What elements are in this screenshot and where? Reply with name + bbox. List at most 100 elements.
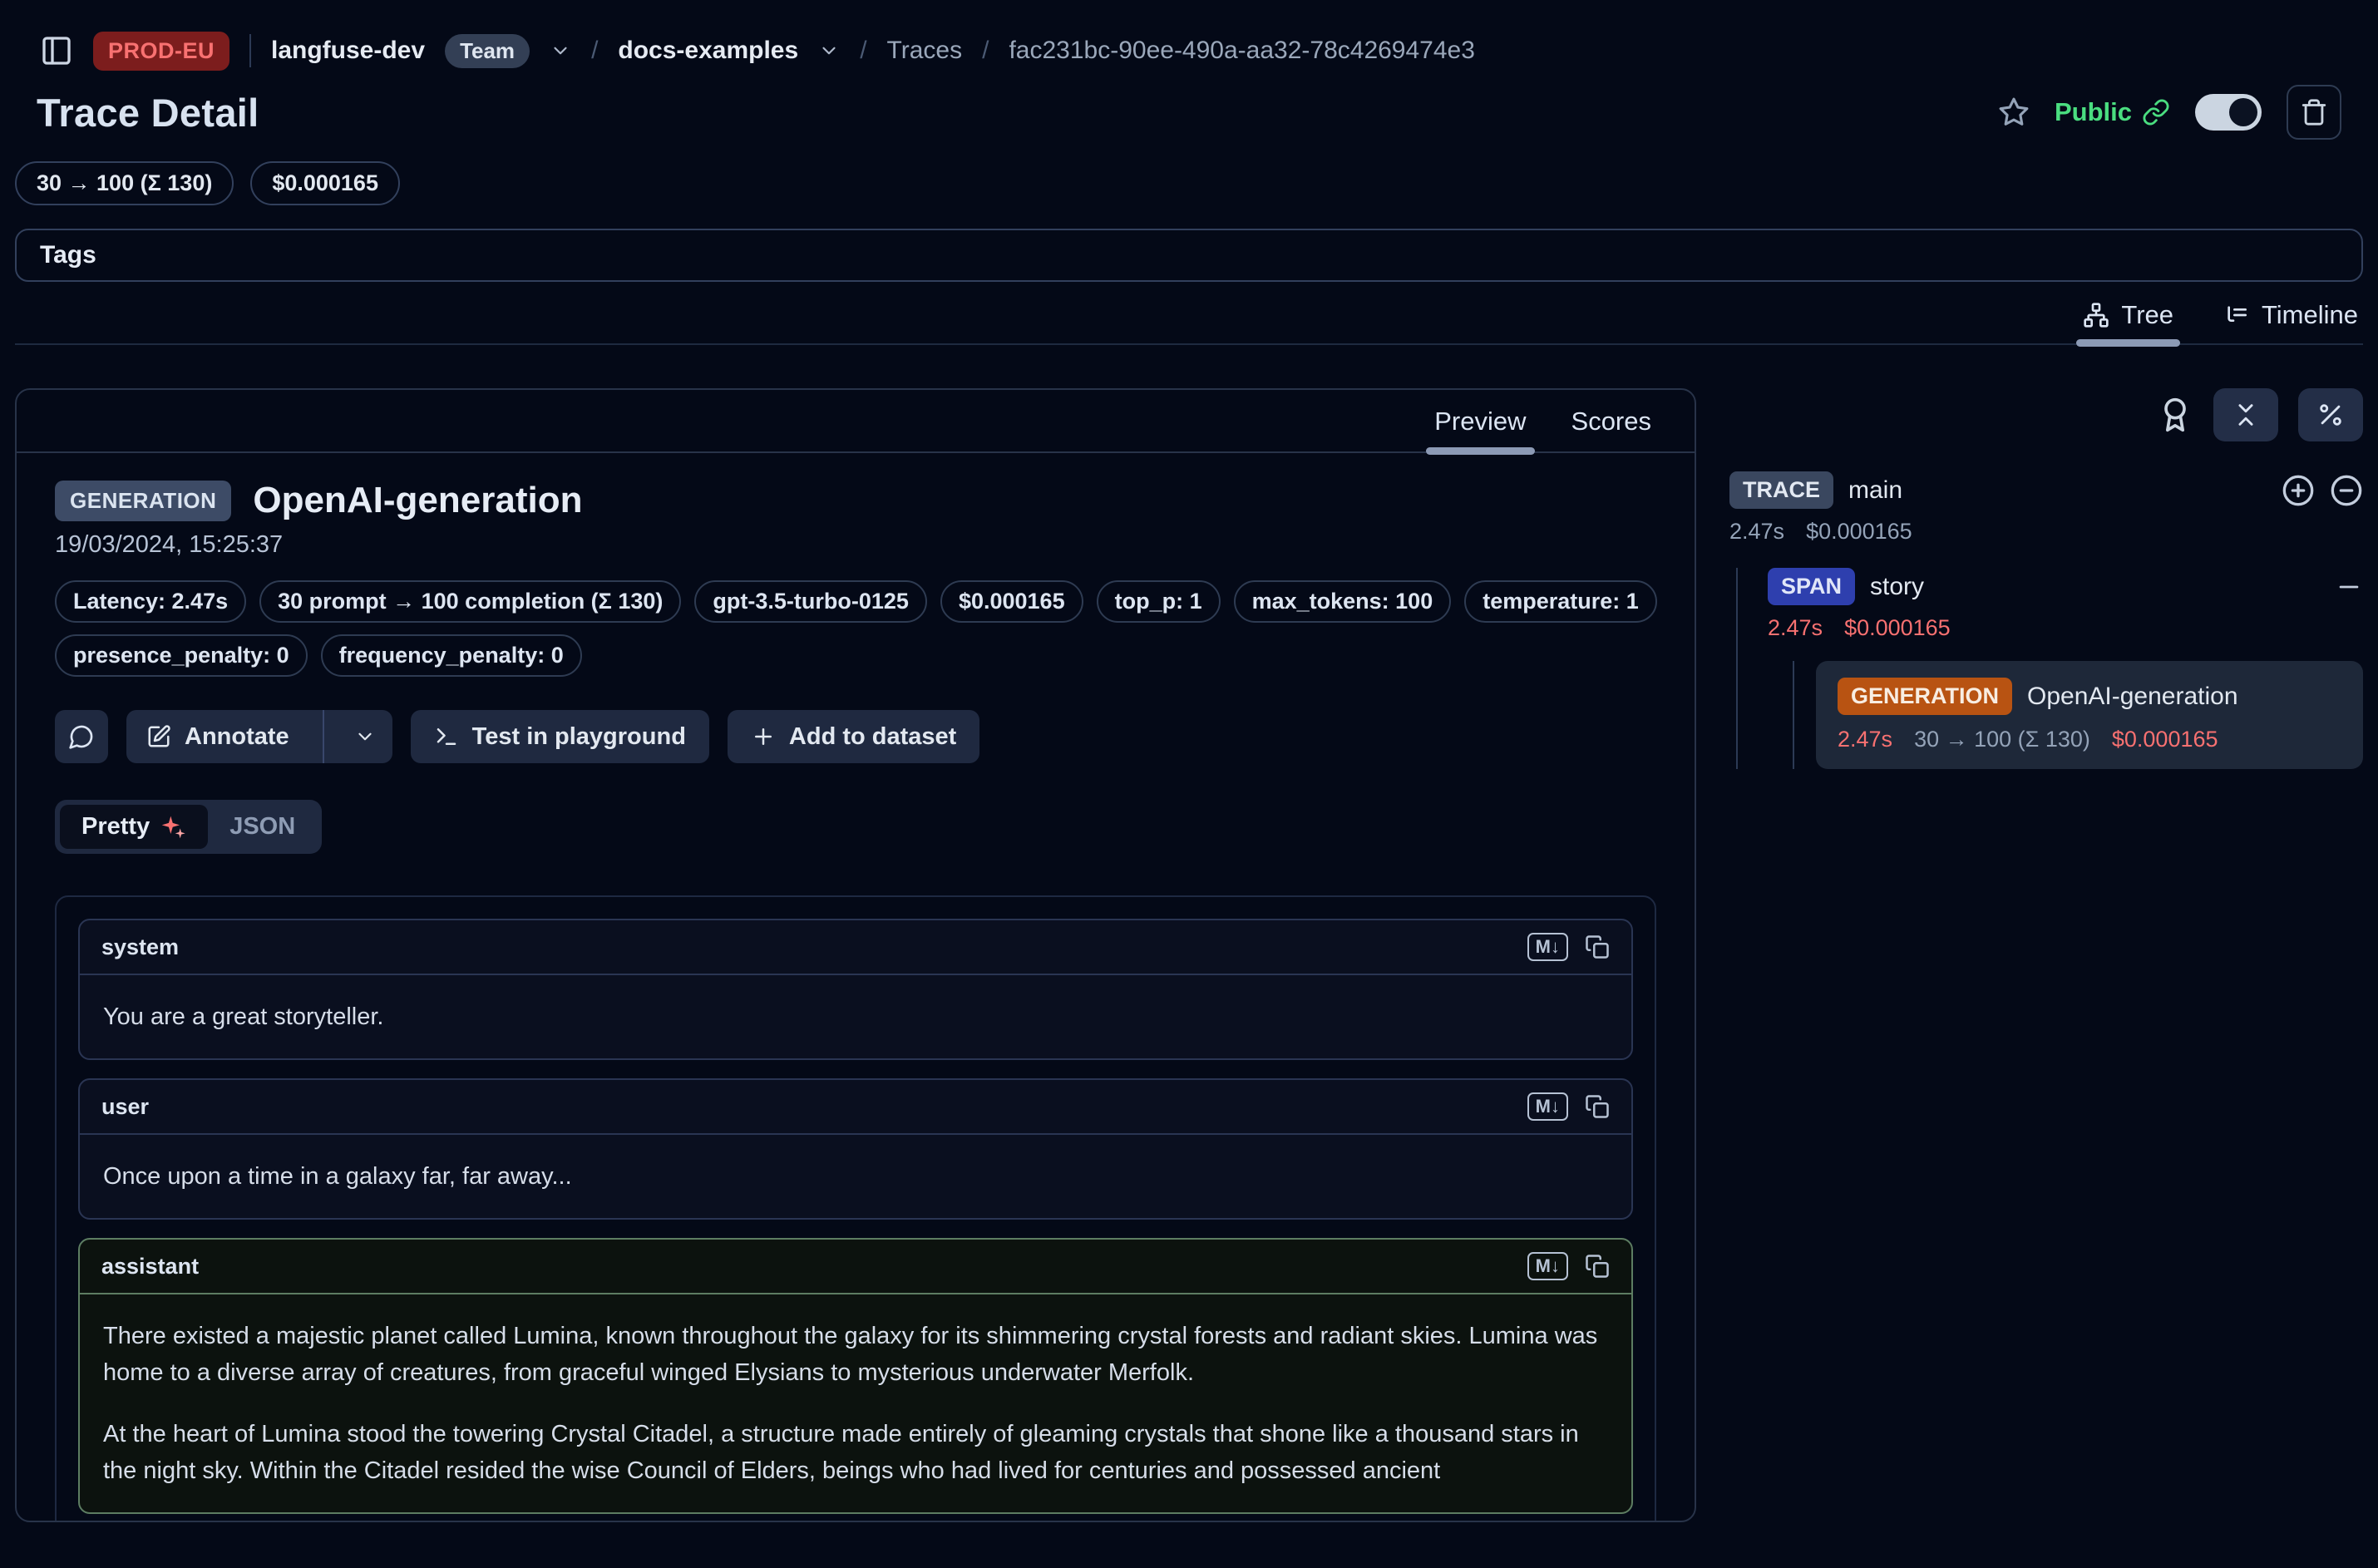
- copy-icon[interactable]: [1585, 1254, 1610, 1279]
- message-content: There existed a majestic planet called L…: [80, 1294, 1631, 1512]
- tree-node-span[interactable]: SPAN story: [1768, 568, 2363, 605]
- presence-penalty-badge: presence_penalty: 0: [55, 634, 308, 677]
- message-tools: M↓: [1527, 1092, 1610, 1121]
- trace-latency: 2.47s: [1729, 519, 1784, 545]
- generation-row[interactable]: GENERATION OpenAI-generation: [1838, 678, 2341, 715]
- badge-row: Latency: 2.47s 30 prompt → 100 completio…: [55, 580, 1656, 623]
- minus-circle-icon[interactable]: [2330, 474, 2363, 507]
- comment-button[interactable]: [55, 710, 108, 763]
- chevrons-down-up-icon: [2232, 401, 2260, 429]
- message-content: You are a great storyteller.: [80, 975, 1631, 1058]
- active-tab-indicator: [2076, 339, 2180, 347]
- sidebar-toggle-icon[interactable]: [40, 34, 73, 67]
- message-assistant: assistant M↓ There existed a majestic pl…: [78, 1238, 1633, 1514]
- panel-tabs: Preview Scores: [17, 390, 1695, 453]
- assistant-paragraph: There existed a majestic planet called L…: [103, 1318, 1608, 1391]
- markdown-toggle-icon[interactable]: M↓: [1527, 1092, 1568, 1121]
- breadcrumb-trace-id: fac231bc-90ee-490a-aa32-78c4269474e3: [1009, 37, 1474, 65]
- trace-tree-panel: TRACE main 2.47s $0.000165 SPAN story 2.…: [1729, 388, 2363, 1522]
- plus-circle-icon[interactable]: [2282, 474, 2315, 507]
- tree-node-generation-selected[interactable]: GENERATION OpenAI-generation 2.47s 30 → …: [1816, 661, 2363, 769]
- chevron-down-icon[interactable]: [550, 40, 571, 62]
- trace-tree: TRACE main 2.47s $0.000165 SPAN story 2.…: [1729, 471, 2363, 769]
- plus-icon: [751, 724, 776, 749]
- breadcrumb-project[interactable]: docs-examples: [618, 37, 798, 65]
- add-to-dataset-label: Add to dataset: [789, 723, 956, 751]
- generation-latency: 2.47s: [1838, 727, 1892, 752]
- temperature-badge: temperature: 1: [1464, 580, 1657, 623]
- delete-trace-button[interactable]: [2287, 85, 2341, 140]
- breadcrumb-org[interactable]: langfuse-dev: [271, 37, 425, 65]
- award-icon[interactable]: [2157, 397, 2193, 433]
- token-usage-badge: 30 prompt → 100 completion (Σ 130): [259, 580, 681, 623]
- tab-preview[interactable]: Preview: [1434, 407, 1526, 451]
- chevron-down-icon[interactable]: [818, 40, 840, 62]
- org-type-badge: Team: [445, 34, 530, 68]
- public-link[interactable]: Public: [2055, 97, 2170, 127]
- breadcrumb-separator: /: [982, 37, 989, 65]
- json-label: JSON: [229, 813, 295, 841]
- annotate-dropdown[interactable]: [338, 726, 392, 747]
- percent-icon: [2316, 401, 2345, 429]
- view-tabs: Tree Timeline: [15, 300, 2363, 345]
- span-metrics: 2.47s $0.000165: [1768, 615, 2363, 641]
- trace-type-badge: TRACE: [1729, 471, 1833, 509]
- span-latency: 2.47s: [1768, 615, 1823, 641]
- span-children: GENERATION OpenAI-generation 2.47s 30 → …: [1793, 661, 2363, 769]
- annotate-button[interactable]: Annotate: [126, 710, 392, 763]
- message-tools: M↓: [1527, 1252, 1610, 1280]
- collapse-node-icon[interactable]: [2335, 573, 2363, 601]
- main-content: Preview Scores GENERATION OpenAI-generat…: [15, 388, 2363, 1522]
- cost-badge: $0.000165: [940, 580, 1083, 623]
- observation-body: GENERATION OpenAI-generation 19/03/2024,…: [17, 453, 1695, 1521]
- tab-tree-label: Tree: [2121, 300, 2173, 330]
- toggle-knob: [2229, 98, 2257, 126]
- observation-type-badge: GENERATION: [55, 481, 231, 521]
- link-icon[interactable]: [2142, 98, 2170, 126]
- copy-icon[interactable]: [1585, 934, 1610, 959]
- active-tab-indicator: [1426, 447, 1534, 455]
- top-p-badge: top_p: 1: [1097, 580, 1221, 623]
- trace-summary-row: 30 → 100 (Σ 130) $0.000165: [15, 161, 2363, 205]
- breadcrumb-separator: /: [591, 37, 598, 65]
- badge-row: presence_penalty: 0 frequency_penalty: 0: [55, 634, 1656, 677]
- message-role: user: [101, 1094, 149, 1120]
- timeline-icon: [2223, 302, 2250, 328]
- public-toggle[interactable]: [2195, 94, 2262, 131]
- tab-timeline[interactable]: Timeline: [2223, 300, 2358, 343]
- message-user: user M↓ Once upon a time in a galaxy far…: [78, 1078, 1633, 1220]
- latency-badge: Latency: 2.47s: [55, 580, 246, 623]
- tree-panel-actions: [1729, 388, 2363, 441]
- add-to-dataset-button[interactable]: Add to dataset: [728, 710, 979, 763]
- span-name: story: [1870, 573, 1924, 601]
- format-tab-pretty[interactable]: Pretty: [60, 805, 208, 849]
- copy-icon[interactable]: [1585, 1094, 1610, 1119]
- message-header: user M↓: [80, 1080, 1631, 1135]
- tab-tree[interactable]: Tree: [2083, 300, 2173, 343]
- metrics-toggle-button[interactable]: [2298, 388, 2363, 441]
- cost-badge: $0.000165: [250, 161, 400, 205]
- collapse-all-button[interactable]: [2213, 388, 2278, 441]
- token-usage-badge: 30 → 100 (Σ 130): [15, 161, 234, 205]
- tags-box[interactable]: Tags: [15, 229, 2363, 282]
- trace-metrics: 2.47s $0.000165: [1729, 519, 2363, 545]
- test-in-playground-button[interactable]: Test in playground: [411, 710, 709, 763]
- trace-cost: $0.000165: [1806, 519, 1912, 545]
- markdown-toggle-icon[interactable]: M↓: [1527, 1252, 1568, 1280]
- generation-type-badge: GENERATION: [1838, 678, 2012, 715]
- observation-badges: Latency: 2.47s 30 prompt → 100 completio…: [55, 580, 1656, 677]
- message-role: system: [101, 934, 179, 960]
- span-cost: $0.000165: [1844, 615, 1951, 641]
- markdown-toggle-icon[interactable]: M↓: [1527, 933, 1568, 961]
- observation-panel: Preview Scores GENERATION OpenAI-generat…: [15, 388, 1696, 1522]
- breadcrumb-traces[interactable]: Traces: [887, 37, 963, 65]
- divider: [323, 710, 324, 763]
- tab-scores-label: Scores: [1571, 407, 1651, 436]
- tab-scores[interactable]: Scores: [1571, 407, 1651, 451]
- message-role: assistant: [101, 1254, 199, 1280]
- annotate-main[interactable]: Annotate: [126, 723, 309, 751]
- star-icon[interactable]: [1998, 96, 2030, 128]
- observation-name: OpenAI-generation: [253, 480, 582, 521]
- format-tab-json[interactable]: JSON: [208, 805, 317, 849]
- tree-node-trace[interactable]: TRACE main: [1729, 471, 2363, 509]
